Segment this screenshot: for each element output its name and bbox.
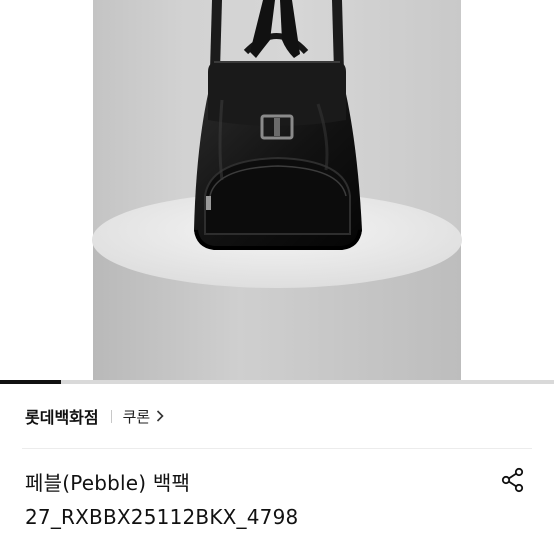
share-icon: [501, 467, 524, 493]
brand-name[interactable]: 롯데백화점: [25, 404, 99, 428]
chevron-right-icon: [156, 410, 164, 422]
product-image-gallery[interactable]: [0, 0, 554, 380]
product-title: 페블(Pebble) 백팩 27_RXBBX25112BKX_4798: [25, 466, 485, 534]
brand-divider: [110, 409, 112, 423]
product-photo: [92, 0, 462, 380]
product-title-line-1: 페블(Pebble) 백팩: [25, 471, 191, 495]
sub-brand-label: 쿠론: [122, 407, 151, 426]
share-button[interactable]: [498, 465, 528, 495]
section-divider: [22, 448, 532, 449]
sub-brand-link[interactable]: 쿠론: [123, 406, 165, 427]
product-title-line-2: 27_RXBBX25112BKX_4798: [25, 505, 299, 529]
seller-row: 롯데백화점 쿠론: [0, 384, 554, 448]
